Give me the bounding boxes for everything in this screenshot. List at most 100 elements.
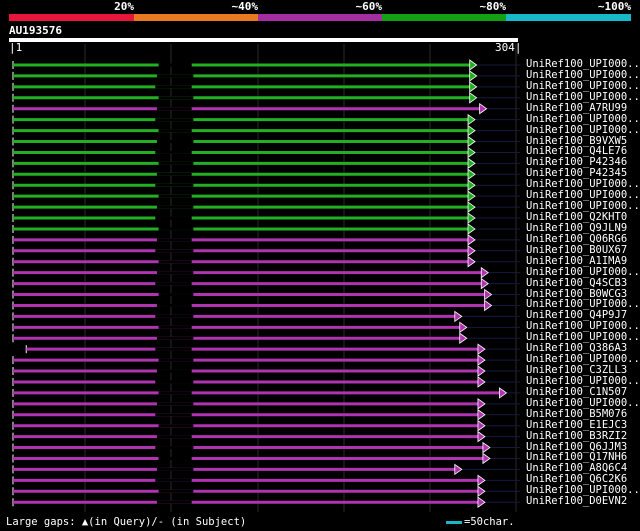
hit-arrow xyxy=(479,102,488,115)
hit-gap xyxy=(158,63,192,67)
hit-gap xyxy=(158,293,194,297)
hit-arrow xyxy=(467,113,476,126)
hit-row xyxy=(12,474,520,487)
hit-arrow xyxy=(477,485,486,498)
hit-row xyxy=(12,81,520,93)
hit-gap xyxy=(155,118,194,122)
hit-arrow xyxy=(477,474,486,487)
hit-arrow xyxy=(477,419,486,432)
hit-gap xyxy=(158,456,192,460)
hit-row xyxy=(12,463,520,476)
hit-row xyxy=(12,113,520,126)
hit-row xyxy=(12,408,520,421)
hit-arrow xyxy=(467,234,476,246)
hit-row xyxy=(12,452,520,465)
hit-row xyxy=(12,310,520,323)
hit-arrow xyxy=(467,255,476,268)
hit-row xyxy=(12,92,520,104)
hit-name-link[interactable]: UniRef100_UPI000.. xyxy=(526,124,640,136)
hit-arrow xyxy=(459,332,468,345)
hit-row xyxy=(25,343,520,355)
hit-name-link[interactable]: UniRef100_UPI000.. xyxy=(526,113,640,125)
hit-row xyxy=(12,496,520,508)
hit-row xyxy=(12,245,520,257)
hit-row xyxy=(12,234,520,246)
hit-row xyxy=(12,223,520,235)
hit-gap xyxy=(156,336,194,340)
hit-arrow xyxy=(467,201,476,213)
scale-legend: =50char. xyxy=(446,516,515,529)
hit-row xyxy=(12,321,520,334)
hit-gap xyxy=(156,172,192,176)
hit-gap xyxy=(155,85,192,89)
hit-row xyxy=(12,354,520,366)
hit-gap xyxy=(156,467,194,471)
hit-gap xyxy=(155,282,192,286)
hit-row xyxy=(12,430,520,443)
hit-arrow xyxy=(467,179,476,192)
hit-arrow xyxy=(477,365,486,377)
hit-gap xyxy=(155,150,192,154)
hit-row xyxy=(12,332,520,345)
hit-row xyxy=(12,299,520,312)
hit-gap xyxy=(156,74,194,78)
hit-gap xyxy=(156,369,192,373)
hit-gap xyxy=(155,478,192,482)
hit-row xyxy=(12,485,520,498)
hit-arrow xyxy=(480,277,489,290)
hit-row xyxy=(12,212,520,224)
hit-row xyxy=(12,277,520,290)
hit-name-link[interactable]: UniRef100_UPI000.. xyxy=(526,266,640,278)
scale-swatch xyxy=(446,520,462,524)
hit-gap xyxy=(158,424,194,428)
hit-arrow xyxy=(469,81,478,93)
hit-gap xyxy=(156,205,194,209)
hit-gap xyxy=(158,194,192,198)
hit-arrow xyxy=(454,310,463,323)
hit-row xyxy=(12,168,520,181)
hit-arrow xyxy=(459,321,468,334)
hit-arrow xyxy=(477,376,486,388)
hit-gap xyxy=(156,402,194,406)
hit-gap xyxy=(158,96,194,100)
hit-gap xyxy=(155,249,194,253)
hit-arrow xyxy=(469,92,478,104)
hit-gap xyxy=(158,260,192,264)
scale-legend-text: =50char. xyxy=(464,516,515,528)
hit-arrow xyxy=(477,496,486,508)
hit-row xyxy=(12,201,520,213)
hit-row xyxy=(12,102,520,115)
hit-row xyxy=(12,59,520,71)
hit-row xyxy=(12,135,520,148)
hit-arrow xyxy=(480,266,489,279)
hit-gap xyxy=(158,129,192,133)
hit-row xyxy=(12,146,520,159)
hit-arrow xyxy=(467,223,476,235)
hit-arrow xyxy=(467,168,476,181)
hit-arrow xyxy=(467,157,476,170)
hit-arrow xyxy=(477,398,486,410)
hit-name-link[interactable]: UniRef100_B3RZI2 xyxy=(526,430,627,442)
hit-gap xyxy=(158,161,194,165)
hit-row xyxy=(12,419,520,432)
hit-arrow xyxy=(499,387,508,399)
hit-arrow xyxy=(482,441,491,454)
hit-arrow xyxy=(467,245,476,257)
hit-gap xyxy=(158,227,194,231)
hit-name-link[interactable]: UniRef100_D0EVN2 xyxy=(526,496,627,507)
hit-arrow xyxy=(469,59,478,71)
hit-gap xyxy=(156,107,192,111)
hit-gap xyxy=(158,391,192,395)
hit-gap xyxy=(155,413,192,417)
hit-row xyxy=(12,124,520,137)
hit-arrow xyxy=(454,463,463,476)
hit-row xyxy=(12,376,520,388)
hit-gap xyxy=(155,446,194,450)
hit-arrow xyxy=(477,354,486,366)
hit-row xyxy=(12,70,520,82)
hit-gap xyxy=(158,325,192,329)
hit-arrow xyxy=(484,299,493,312)
hit-row xyxy=(12,387,520,399)
hit-name-link[interactable]: UniRef100_Q4SCB3 xyxy=(526,277,627,289)
hit-gap xyxy=(155,183,194,187)
